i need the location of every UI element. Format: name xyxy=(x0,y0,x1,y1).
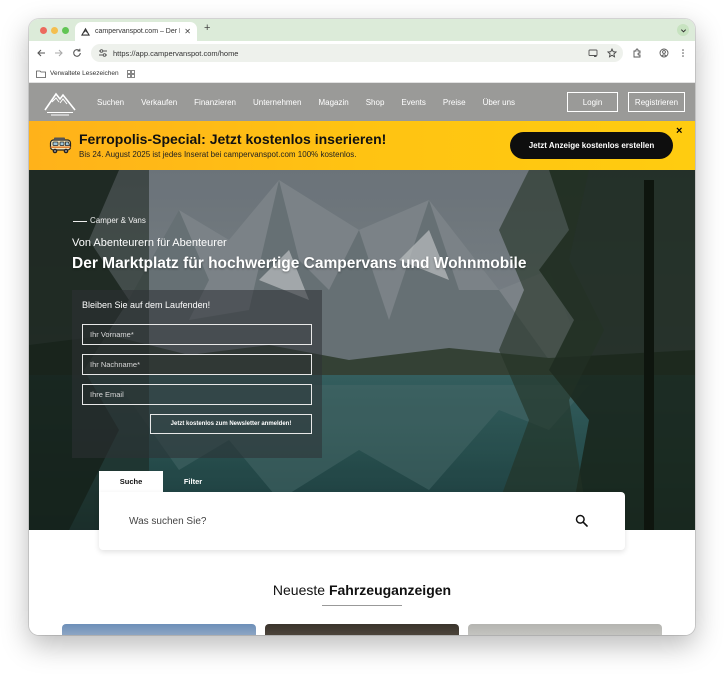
reload-icon[interactable] xyxy=(71,47,83,59)
new-tab-icon[interactable]: + xyxy=(204,23,210,34)
nav-item-unternehmen[interactable]: Unternehmen xyxy=(253,98,301,107)
extensions-puzzle-icon[interactable] xyxy=(631,47,643,59)
tab-strip: campervanspot.com – Der Ma ✕ + xyxy=(29,19,695,41)
nav-item-ueber-uns[interactable]: Über uns xyxy=(483,98,515,107)
listing-card-image[interactable] xyxy=(468,624,662,635)
search-tabs: Suche Filter xyxy=(99,471,223,492)
nav-item-preise[interactable]: Preise xyxy=(443,98,466,107)
listings-heading-bold: Fahrzeuganzeigen xyxy=(328,582,452,598)
back-arrow-icon[interactable] xyxy=(35,47,47,59)
campervan-icon xyxy=(49,134,73,156)
nav-item-magazin[interactable]: Magazin xyxy=(318,98,348,107)
firstname-field[interactable] xyxy=(82,324,312,345)
address-bar[interactable]: https://app.campervanspot.com/home xyxy=(91,44,623,62)
nav-item-suchen[interactable]: Suchen xyxy=(97,98,124,107)
nav-item-verkaufen[interactable]: Verkaufen xyxy=(141,98,177,107)
site-settings-icon[interactable] xyxy=(97,48,108,59)
tab-filter[interactable]: Filter xyxy=(163,471,223,492)
newsletter-form: Bleiben Sie auf dem Laufenden! Jetzt kos… xyxy=(72,290,322,458)
eyebrow-divider xyxy=(73,221,87,222)
listings-heading-plain: Neueste xyxy=(272,582,326,598)
fullscreen-window-button[interactable] xyxy=(62,27,69,34)
apps-grid-icon[interactable] xyxy=(126,69,135,78)
bookmarks-folder[interactable]: Verwaltete Lesezeichen xyxy=(36,70,119,78)
hero-tagline: Von Abenteurern für Abenteurer xyxy=(72,237,227,249)
nav-item-events[interactable]: Events xyxy=(401,98,425,107)
main-nav: Suchen Verkaufen Finanzieren Unternehmen… xyxy=(97,83,532,121)
browser-window: campervanspot.com – Der Ma ✕ + https://a… xyxy=(29,19,695,635)
promo-close-icon[interactable]: × xyxy=(676,126,682,137)
nav-item-finanzieren[interactable]: Finanzieren xyxy=(194,98,236,107)
lastname-field[interactable] xyxy=(82,354,312,375)
tab-suche[interactable]: Suche xyxy=(99,471,163,492)
folder-icon xyxy=(36,70,46,78)
campervanspot-logo[interactable] xyxy=(43,88,77,116)
promo-subtitle: Bis 24. August 2025 ist jedes Inserat be… xyxy=(79,150,357,159)
heading-underline xyxy=(322,605,402,606)
hero-eyebrow: Camper & Vans xyxy=(90,216,146,225)
search-box xyxy=(99,492,625,550)
browser-toolbar: https://app.campervanspot.com/home xyxy=(29,41,695,65)
promo-banner: Ferropolis-Special: Jetzt kostenlos inse… xyxy=(29,121,695,170)
page-viewport: Suchen Verkaufen Finanzieren Unternehmen… xyxy=(29,83,695,635)
listings-heading: Neueste Fahrzeuganzeigen xyxy=(29,582,695,598)
newsletter-title: Bleiben Sie auf dem Laufenden! xyxy=(82,300,211,310)
hero-title: Der Marktplatz für hochwertige Campervan… xyxy=(72,255,527,272)
register-button[interactable]: Registrieren xyxy=(628,92,685,112)
login-button[interactable]: Login xyxy=(567,92,618,112)
bookmark-star-icon[interactable] xyxy=(606,48,617,59)
newsletter-submit-button[interactable]: Jetzt kostenlos zum Newsletter anmelden! xyxy=(150,414,312,434)
profile-avatar-icon[interactable] xyxy=(658,47,670,59)
cast-install-icon[interactable] xyxy=(587,48,598,59)
close-window-button[interactable] xyxy=(40,27,47,34)
tab-search-chevron-icon[interactable] xyxy=(677,24,689,36)
email-field[interactable] xyxy=(82,384,312,405)
promo-title: Ferropolis-Special: Jetzt kostenlos inse… xyxy=(79,131,387,147)
listing-card-image[interactable] xyxy=(62,624,256,635)
create-listing-button[interactable]: Jetzt Anzeige kostenlos erstellen xyxy=(510,132,673,159)
nav-item-shop[interactable]: Shop xyxy=(366,98,385,107)
tab-title: campervanspot.com – Der Ma xyxy=(95,28,181,35)
browser-tab-active[interactable]: campervanspot.com – Der Ma ✕ xyxy=(75,22,197,41)
url-text: https://app.campervanspot.com/home xyxy=(113,48,239,58)
search-icon[interactable] xyxy=(573,512,589,528)
bookmarks-folder-label: Verwaltete Lesezeichen xyxy=(50,70,119,77)
site-favicon-icon xyxy=(81,27,90,36)
forward-arrow-icon[interactable] xyxy=(53,47,65,59)
listing-card-image[interactable] xyxy=(265,624,459,635)
bookmarks-bar: Verwaltete Lesezeichen xyxy=(29,65,695,83)
minimize-window-button[interactable] xyxy=(51,27,58,34)
search-input[interactable] xyxy=(129,512,529,530)
browser-menu-icon[interactable] xyxy=(677,47,689,59)
site-header: Suchen Verkaufen Finanzieren Unternehmen… xyxy=(29,83,695,121)
tab-close-icon[interactable]: ✕ xyxy=(184,27,191,36)
